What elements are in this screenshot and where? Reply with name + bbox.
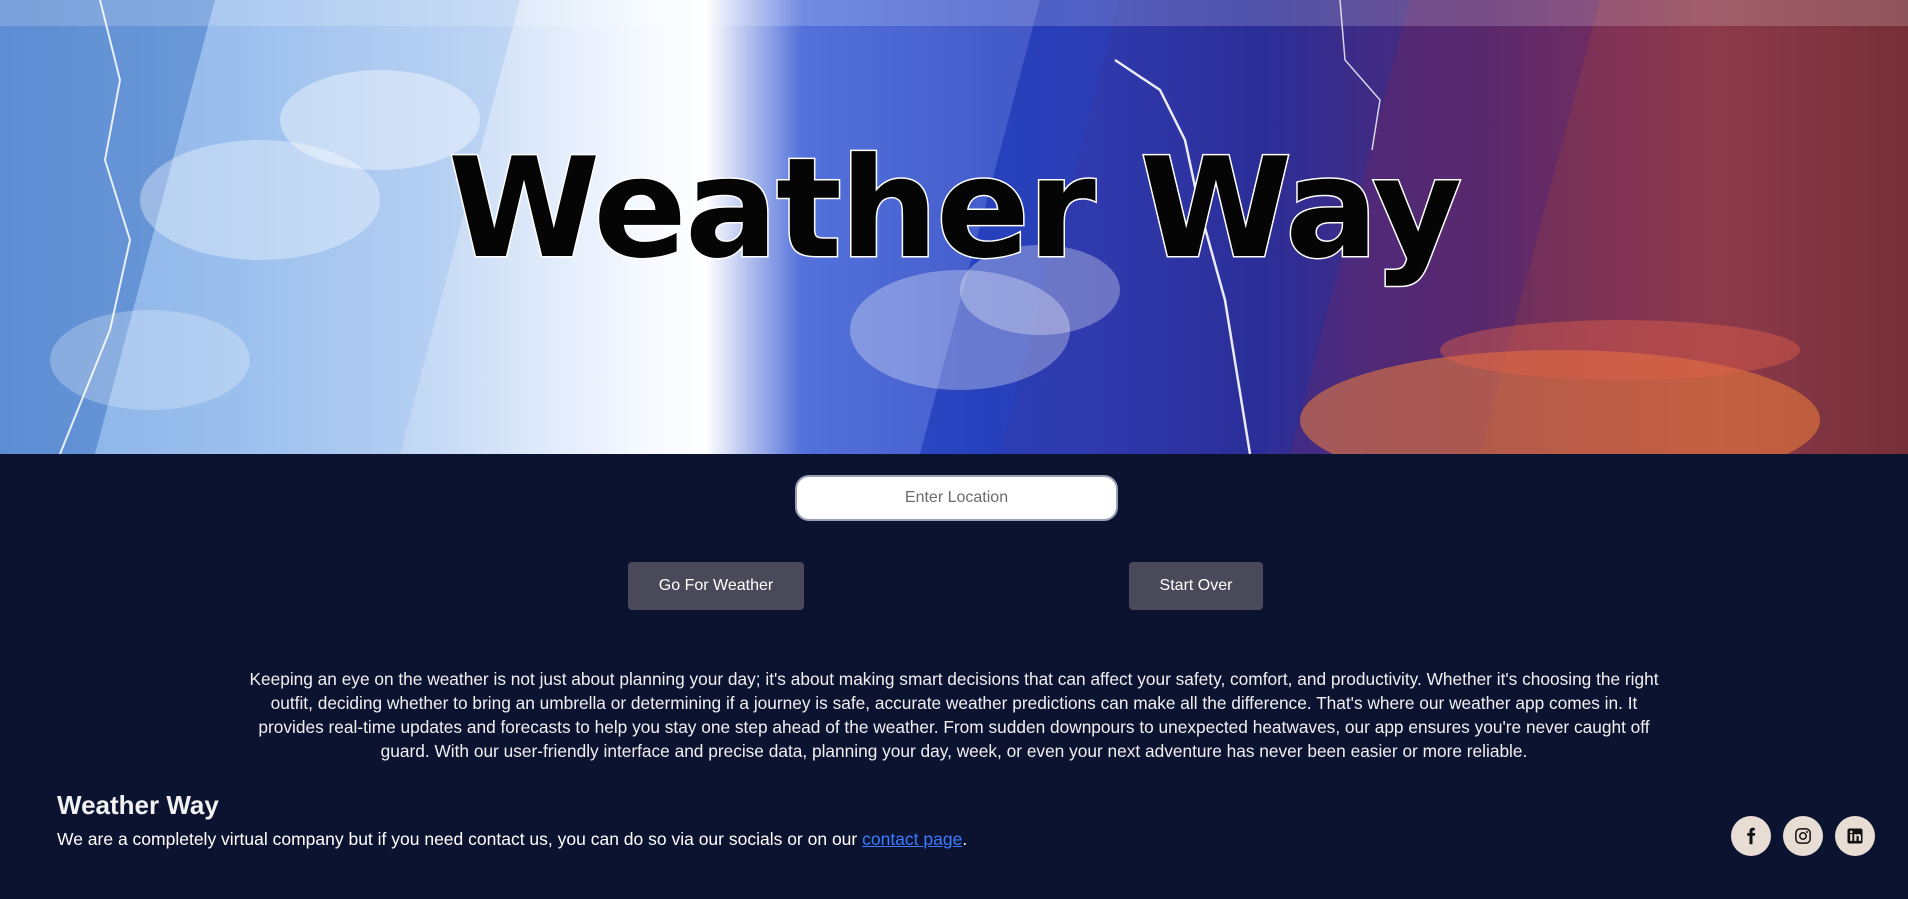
location-input[interactable] [795, 475, 1118, 521]
footer-text-body: We are a completely virtual company but … [57, 829, 863, 849]
site-title: Weather Way [446, 128, 1463, 289]
facebook-icon [1747, 827, 1756, 845]
contact-page-link[interactable]: contact page [862, 829, 962, 849]
linkedin-link[interactable] [1835, 816, 1875, 856]
intro-paragraph: Keeping an eye on the weather is not jus… [249, 669, 1659, 762]
search-container [795, 475, 1118, 521]
start-over-button[interactable]: Start Over [1129, 562, 1263, 610]
instagram-icon [1795, 828, 1811, 844]
instagram-link[interactable] [1783, 816, 1823, 856]
footer-text-end: . [962, 829, 968, 849]
facebook-link[interactable] [1731, 816, 1771, 856]
hero-banner: Weather Way [0, 0, 1908, 454]
footer-title: Weather Way [57, 790, 219, 820]
go-for-weather-button[interactable]: Go For Weather [628, 562, 804, 610]
linkedin-icon [1847, 828, 1863, 844]
social-links [1731, 816, 1875, 856]
footer-text: We are a completely virtual company but … [57, 829, 967, 850]
